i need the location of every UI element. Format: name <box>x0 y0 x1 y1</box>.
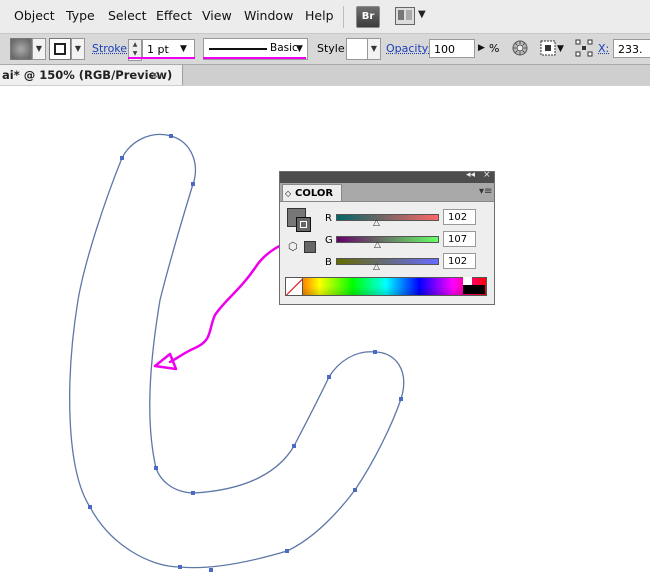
panel-menu-icon[interactable]: ▾≡ <box>479 186 492 197</box>
anchor-point[interactable] <box>169 134 173 138</box>
anchor-point[interactable] <box>292 444 296 448</box>
anchor-point[interactable] <box>399 397 403 401</box>
anchor-point[interactable] <box>327 375 331 379</box>
anchor-point[interactable] <box>209 568 213 572</box>
panel-header: ◂◂ × <box>280 170 494 183</box>
channel-g-field[interactable]: 107 <box>443 231 476 247</box>
slider-handle-icon[interactable]: △ <box>373 218 380 228</box>
channel-b-slider[interactable] <box>336 258 439 265</box>
black-swatch[interactable] <box>463 285 485 294</box>
none-swatch-icon[interactable] <box>285 277 303 296</box>
white-swatch[interactable] <box>463 277 472 285</box>
anchor-point[interactable] <box>88 505 92 509</box>
channel-r-slider[interactable] <box>336 214 439 221</box>
out-of-gamut-cube-icon[interactable]: ⬡ <box>288 240 298 253</box>
close-icon[interactable]: × <box>483 170 491 180</box>
color-panel[interactable]: ◂◂ × COLOR ▾≡ ⬡ R △ 102 G △ 107 B △ 102 <box>279 170 495 305</box>
anchor-point[interactable] <box>154 466 158 470</box>
anchor-point[interactable] <box>353 488 357 492</box>
anchor-point[interactable] <box>373 350 377 354</box>
channel-b-field[interactable]: 102 <box>443 253 476 269</box>
color-spectrum-bar[interactable] <box>285 277 487 296</box>
collapse-icon[interactable]: ◂◂ <box>466 170 475 180</box>
channel-r-field[interactable]: 102 <box>443 209 476 225</box>
slider-handle-icon[interactable]: △ <box>373 262 380 272</box>
anchor-point[interactable] <box>285 549 289 553</box>
anchor-point[interactable] <box>178 565 182 569</box>
web-safe-swatch[interactable] <box>304 241 316 253</box>
stroke-swatch[interactable] <box>296 217 311 232</box>
tab-color[interactable]: COLOR <box>282 184 342 202</box>
channel-g-slider[interactable] <box>336 236 439 243</box>
channel-g-label: G <box>325 235 333 246</box>
channel-r-label: R <box>325 213 332 224</box>
anchor-point[interactable] <box>120 156 124 160</box>
slider-handle-icon[interactable]: △ <box>374 240 381 250</box>
channel-b-label: B <box>325 257 332 268</box>
anchor-point[interactable] <box>191 491 195 495</box>
anchor-point[interactable] <box>191 182 195 186</box>
annotation-arrowhead <box>153 352 178 371</box>
